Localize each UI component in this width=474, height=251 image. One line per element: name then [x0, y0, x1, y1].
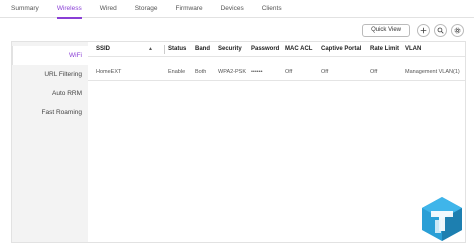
sidebar-item-wifi[interactable]: WiFi	[12, 46, 88, 65]
cell-ssid: HomeEXT	[96, 68, 122, 75]
column-header-status[interactable]: Status	[168, 42, 186, 56]
column-separator[interactable]	[164, 45, 165, 54]
tab-clients[interactable]: Clients	[262, 0, 282, 18]
top-nav-tabs: Summary Wireless Wired Storage Firmware …	[0, 0, 474, 19]
table-row[interactable]: HomeEXT Enable Both WPA2-PSK •••••• Off …	[88, 63, 465, 81]
tab-summary[interactable]: Summary	[11, 0, 39, 18]
cell-rate-limit: Off	[370, 68, 378, 75]
sidebar-item-fast-roaming[interactable]: Fast Roaming	[12, 103, 88, 122]
settings-icon	[454, 27, 461, 33]
plus-icon	[420, 27, 427, 33]
add-button[interactable]	[417, 23, 430, 37]
wireless-sidebar: WiFi URL Filtering Auto RRM Fast Roaming	[12, 42, 88, 242]
tab-wireless[interactable]: Wireless	[56, 0, 82, 19]
cell-captive-portal: Off	[321, 68, 329, 75]
quick-view-button[interactable]: Quick View	[362, 23, 410, 37]
tab-storage[interactable]: Storage	[135, 0, 158, 18]
tab-firmware[interactable]: Firmware	[176, 0, 203, 18]
column-header-mac-acl[interactable]: MAC ACL	[285, 42, 312, 56]
sort-arrow-icon[interactable]: ▲	[148, 46, 153, 52]
cell-security: WPA2-PSK	[218, 68, 247, 75]
cell-band: Both	[195, 68, 207, 75]
column-header-security[interactable]: Security	[218, 42, 242, 56]
column-header-ssid-label: SSID	[96, 46, 111, 52]
column-header-band[interactable]: Band	[195, 42, 210, 56]
column-header-password[interactable]: Password	[251, 42, 279, 56]
toolbar: Quick View	[362, 23, 464, 37]
sidebar-item-url-filtering[interactable]: URL Filtering	[12, 65, 88, 84]
watermark-logo	[422, 197, 462, 241]
cell-password: ••••••	[251, 68, 263, 75]
table-header: SSID ▲ Status Band Security Password MAC…	[88, 42, 465, 57]
search-button[interactable]	[434, 23, 447, 37]
column-header-vlan[interactable]: VLAN	[405, 42, 421, 56]
tab-devices[interactable]: Devices	[221, 0, 244, 18]
wireless-panel: WiFi URL Filtering Auto RRM Fast Roaming…	[11, 41, 466, 243]
tab-wired[interactable]: Wired	[100, 0, 117, 18]
sidebar-item-auto-rrm[interactable]: Auto RRM	[12, 84, 88, 103]
settings-button[interactable]	[451, 23, 464, 37]
cell-mac-acl: Off	[285, 68, 293, 75]
column-header-ssid[interactable]: SSID ▲	[96, 42, 153, 56]
search-icon	[437, 27, 444, 34]
column-header-rate-limit[interactable]: Rate Limit	[370, 42, 399, 56]
cell-vlan: Management VLAN(1)	[405, 68, 460, 75]
wifi-table: SSID ▲ Status Band Security Password MAC…	[88, 42, 465, 242]
cell-status: Enable	[168, 68, 186, 75]
column-header-captive-portal[interactable]: Captive Portal	[321, 42, 361, 56]
